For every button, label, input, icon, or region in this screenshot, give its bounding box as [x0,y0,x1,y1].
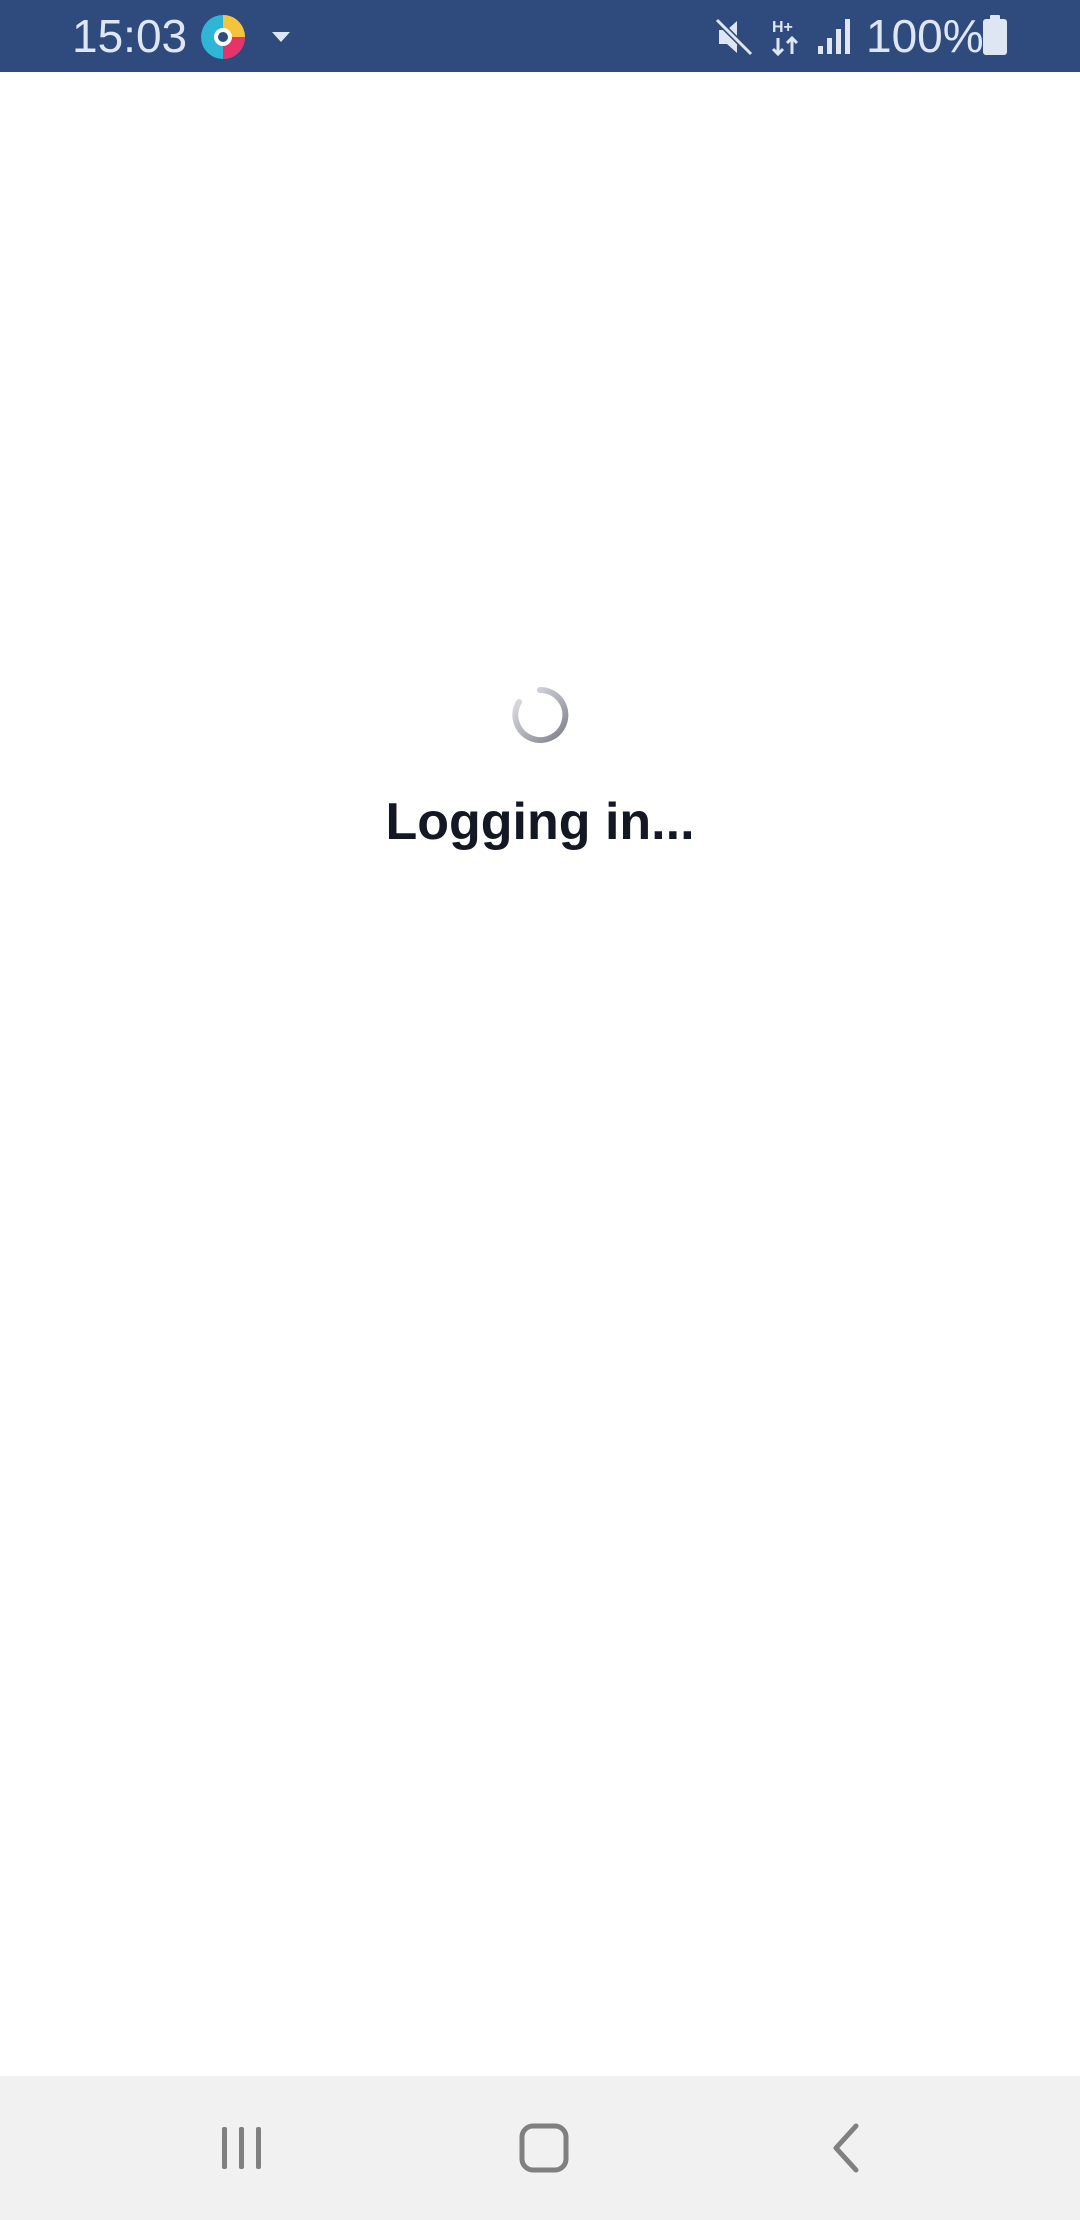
navigation-bar [0,2076,1080,2220]
screen: 15:03 H+ 100% Logging in... [0,0,1080,2220]
status-time: 15:03 [72,10,188,62]
dropdown-icon[interactable] [270,30,292,44]
battery-percentage: 100% [866,10,984,62]
battery-icon [983,15,1007,55]
back-icon [833,2123,859,2173]
signal-icon [818,19,850,54]
recents-button[interactable] [152,2076,332,2220]
home-button[interactable] [454,2076,634,2220]
status-bar: 15:03 H+ 100% [0,0,1080,72]
data-hplus-icon: H+ [771,19,799,57]
svg-text:H+: H+ [772,19,793,36]
login-loading-view: Logging in... [0,72,1080,2076]
app-notification-icon [201,15,245,59]
loading-spinner-icon [512,686,569,743]
recents-icon [222,2127,261,2169]
back-button[interactable] [756,2076,936,2220]
mute-icon [714,17,754,57]
home-icon [519,2123,569,2173]
logging-in-label: Logging in... [385,793,695,851]
